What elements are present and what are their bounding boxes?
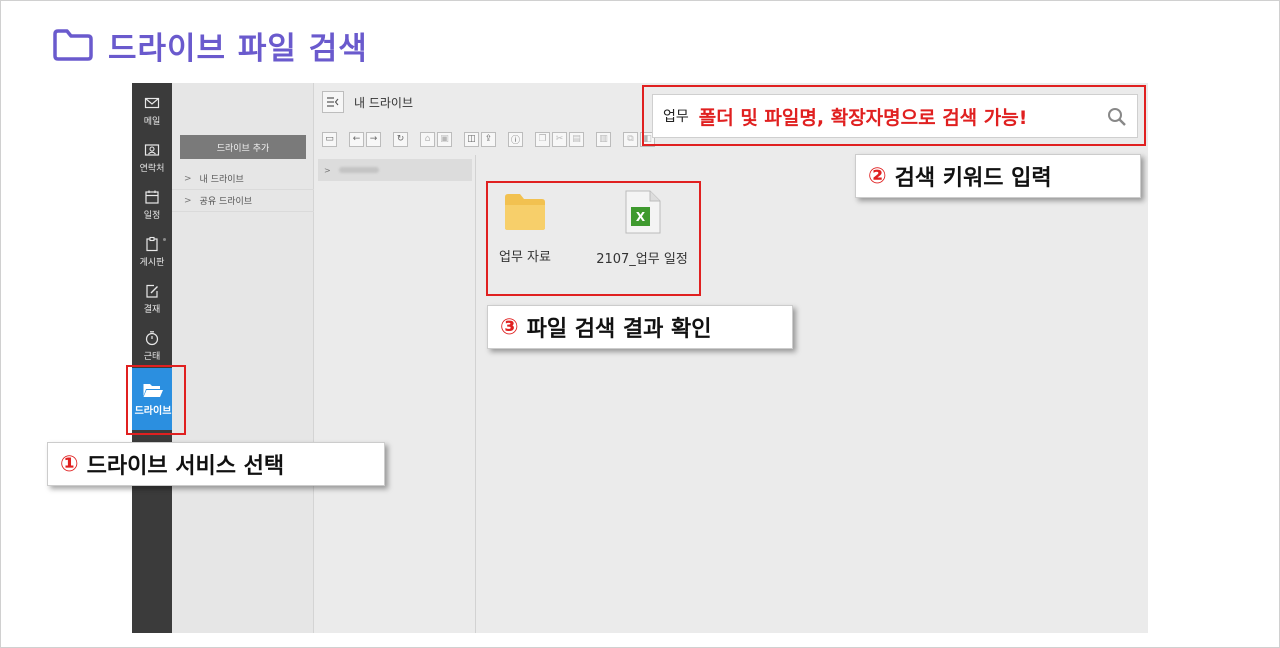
drive-highlight-box: [126, 365, 186, 435]
nav-item-mail[interactable]: 메일: [132, 89, 172, 133]
blurred-tree-item[interactable]: >: [318, 159, 472, 181]
step-number: ①: [60, 451, 79, 477]
folder-move-icon[interactable]: ▣: [437, 131, 452, 147]
nav-item-board[interactable]: 게시판: [132, 230, 172, 274]
step-number: ③: [500, 314, 519, 340]
step-number: ②: [868, 163, 887, 189]
info-icon[interactable]: ⓘ: [508, 131, 523, 147]
cut-icon[interactable]: ✂: [552, 131, 567, 147]
new-folder-icon[interactable]: ▭: [322, 131, 337, 147]
nav-item-calendar[interactable]: 일정: [132, 183, 172, 227]
search-hint: 폴더 및 파일명, 확장자명으로 검색 가능!: [698, 106, 1028, 129]
tree-item-label: 내 드라이브: [199, 175, 244, 185]
nav-item-attendance[interactable]: 근태: [132, 324, 172, 368]
callout-text: 드라이브 서비스 선택: [86, 454, 285, 479]
nav-item-label: 메일: [143, 117, 161, 127]
chevron-right-icon: >: [184, 195, 192, 206]
tree-item-shared-drive[interactable]: > 공유 드라이브: [172, 190, 314, 212]
nav-rail: 메일 연락처 일정 게시판 결재 근태 드라이브: [132, 83, 178, 633]
chevron-right-icon: >: [324, 165, 331, 175]
search-input[interactable]: 업무 폴더 및 파일명, 확장자명으로 검색 가능!: [652, 94, 1138, 138]
calendar-icon: [145, 190, 159, 204]
pen-document-icon: [146, 284, 158, 298]
callout-text: 파일 검색 결과 확인: [526, 317, 712, 342]
add-drive-button[interactable]: 드라이브 추가: [180, 135, 306, 159]
nav-item-approval[interactable]: 결재: [132, 277, 172, 321]
share-folder-icon[interactable]: ◫: [464, 131, 479, 147]
header-title: 내 드라이브: [354, 95, 414, 110]
result-highlight-box: [486, 181, 701, 296]
search-query: 업무: [663, 109, 689, 125]
nav-item-contacts[interactable]: 연락처: [132, 136, 172, 180]
callout-step-3: ③ 파일 검색 결과 확인: [487, 305, 793, 349]
trash-icon[interactable]: ▥: [596, 131, 611, 147]
search-icon[interactable]: [1107, 107, 1127, 127]
back-icon[interactable]: ←: [349, 131, 364, 147]
notification-dot: [163, 238, 166, 241]
tree-item-my-drive[interactable]: > 내 드라이브: [172, 168, 314, 190]
page-title: 드라이브 파일 검색: [52, 20, 368, 70]
forward-icon[interactable]: →: [366, 131, 381, 147]
clipboard-icon: [146, 236, 158, 252]
tree-item-label: 공유 드라이브: [199, 197, 253, 207]
paste-icon[interactable]: ▤: [569, 131, 584, 147]
menu-collapse-icon: [327, 97, 339, 107]
copy-icon[interactable]: ❐: [535, 131, 550, 147]
callout-text: 검색 키워드 입력: [894, 166, 1052, 191]
mail-icon: [144, 97, 160, 109]
folder-tree-pane: >: [314, 155, 476, 633]
collapse-menu-button[interactable]: [322, 91, 344, 113]
callout-step-2: ② 검색 키워드 입력: [855, 154, 1141, 198]
contact-card-icon: [144, 144, 160, 156]
callout-step-1: ① 드라이브 서비스 선택: [47, 442, 385, 486]
nav-item-label: 근태: [143, 352, 161, 362]
blurred-label: [338, 167, 379, 173]
folder-outline-icon: [53, 29, 93, 61]
nav-item-label: 결재: [143, 305, 161, 315]
duplicate-icon[interactable]: ⧉: [623, 131, 638, 147]
refresh-icon[interactable]: ↻: [393, 131, 408, 147]
stopwatch-icon: [145, 331, 159, 346]
chevron-right-icon: >: [184, 173, 192, 184]
drive-panel: 드라이브 추가 > 내 드라이브 > 공유 드라이브: [172, 83, 314, 633]
home-icon[interactable]: ⌂: [420, 131, 435, 147]
nav-item-label: 게시판: [139, 258, 165, 268]
page-title-text: 드라이브 파일 검색: [108, 30, 368, 67]
upload-icon[interactable]: ⇪: [481, 131, 496, 147]
nav-item-label: 연락처: [139, 164, 165, 174]
nav-item-label: 일정: [143, 211, 161, 221]
